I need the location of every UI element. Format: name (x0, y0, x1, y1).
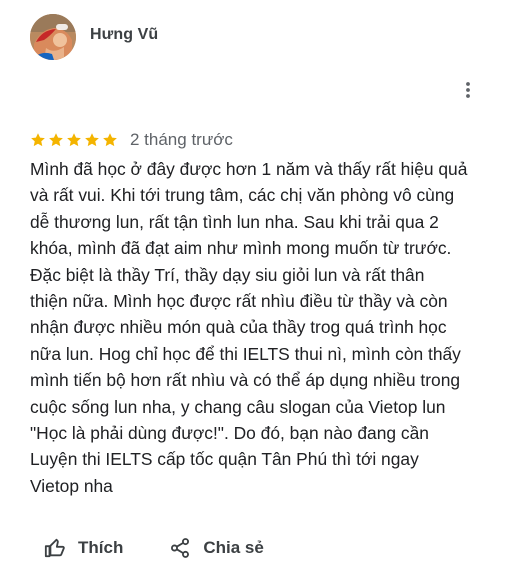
star-icon (49, 133, 63, 147)
like-button[interactable]: Thích (44, 537, 123, 559)
star-icon (103, 133, 117, 147)
share-label: Chia sẻ (203, 538, 264, 557)
share-button[interactable]: Chia sẻ (169, 537, 264, 559)
review-header: Hưng Vũ (28, 12, 488, 62)
share-icon (171, 538, 190, 558)
star-icon (67, 133, 81, 147)
star-icon (85, 133, 99, 147)
review-text: Mình đã học ở đây được hơn 1 năm và thấy… (30, 159, 468, 496)
star-icon (31, 133, 45, 147)
more-vert-icon (466, 82, 470, 98)
review-actions: Thích Chia sẻ (44, 534, 264, 562)
rating-row: 2 tháng trước (30, 128, 233, 152)
thumb-up-icon (44, 538, 65, 558)
star-rating (30, 132, 118, 148)
like-label: Thích (78, 538, 124, 557)
more-options-button[interactable] (456, 78, 480, 102)
review-time: 2 tháng trước (130, 130, 233, 149)
author-name[interactable]: Hưng Vũ (90, 26, 158, 44)
author-avatar[interactable] (30, 14, 76, 60)
